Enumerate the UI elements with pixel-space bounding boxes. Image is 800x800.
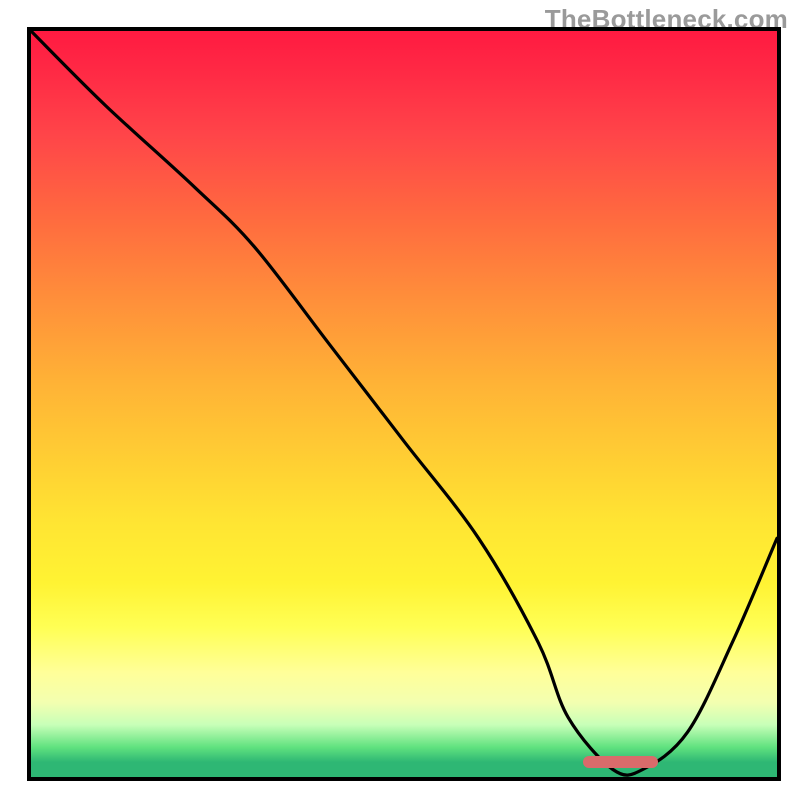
bottleneck-curve (31, 31, 777, 777)
plot-area (27, 27, 781, 781)
optimal-range-marker (583, 756, 658, 768)
curve-path (31, 31, 777, 775)
chart-frame: TheBottleneck.com (0, 0, 800, 800)
